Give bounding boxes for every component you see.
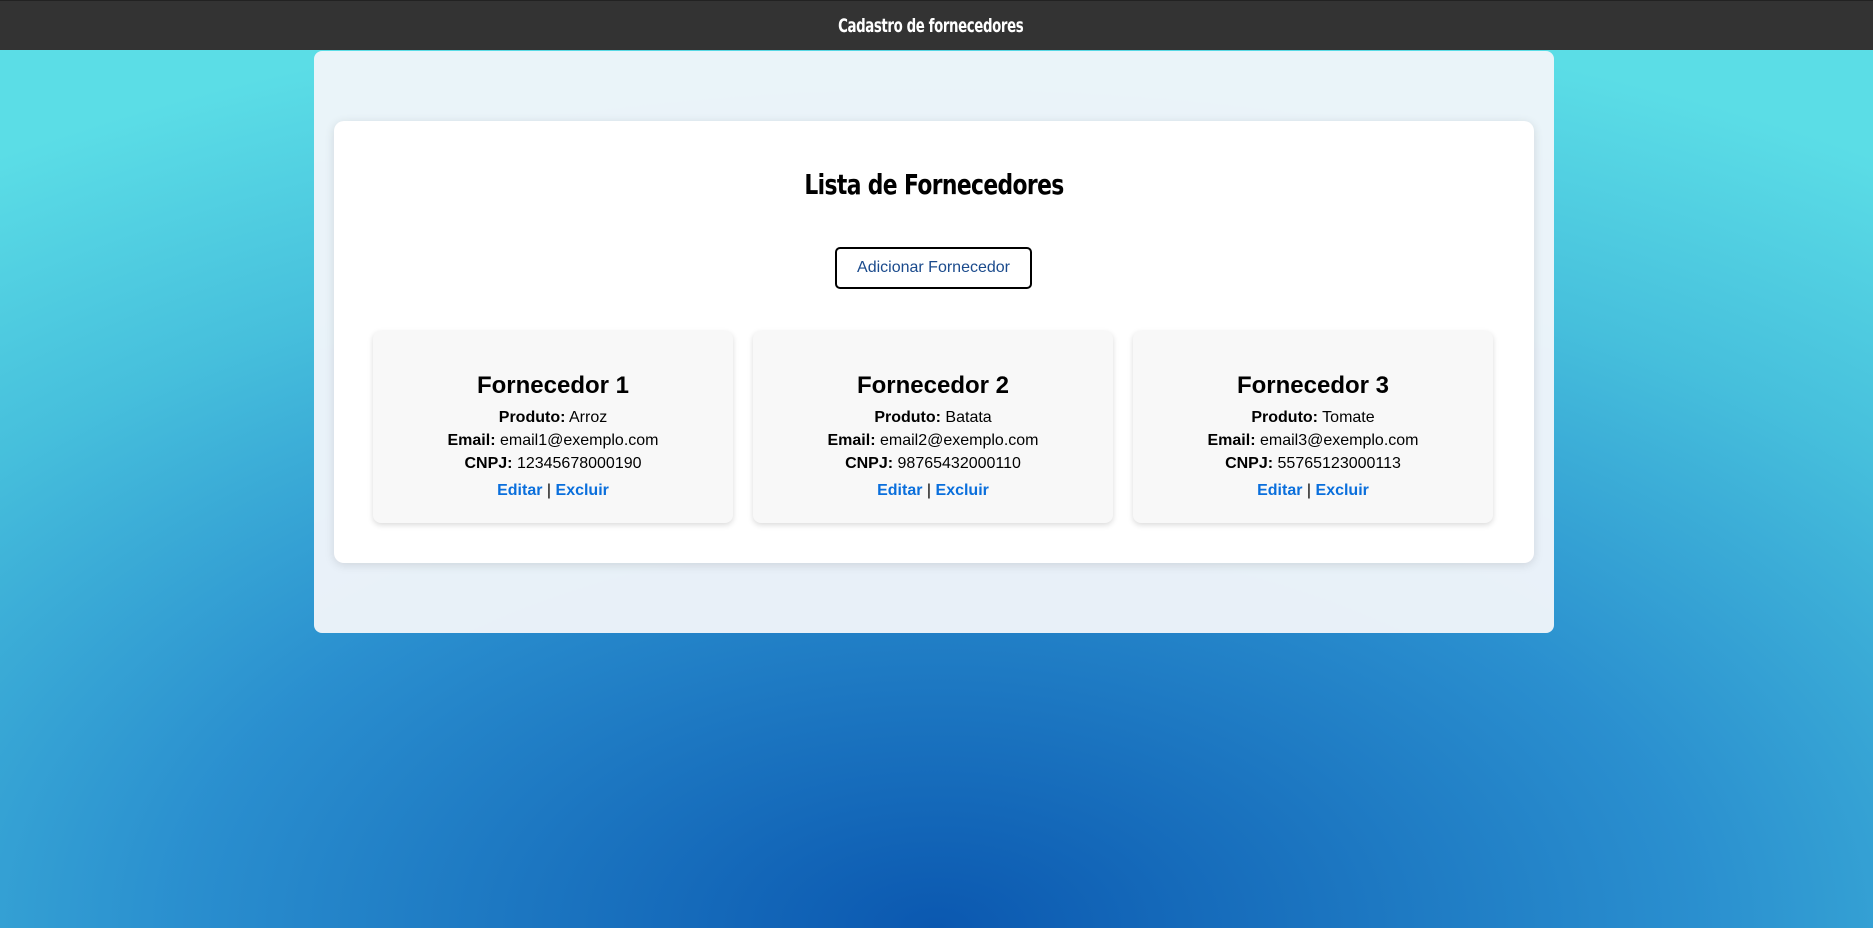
supplier-name: Fornecedor 3 [1236, 372, 1390, 399]
supplier-name: Fornecedor 2 [856, 372, 1010, 399]
edit-link[interactable]: Editar [877, 482, 922, 499]
supplier-cnpj: CNPJ: 55765123000113 [1133, 455, 1493, 473]
delete-link[interactable]: Excluir [936, 482, 989, 499]
product-value: Tomate [1322, 409, 1375, 426]
cnpj-label: CNPJ: [845, 455, 894, 472]
email-value: email1@exemplo.com [499, 432, 659, 449]
action-separator: | [926, 482, 932, 499]
supplier-actions: Editar | Excluir [1133, 482, 1493, 500]
supplier-actions: Editar | Excluir [753, 482, 1113, 500]
email-value: email2@exemplo.com [879, 432, 1039, 449]
email-label: Email: [1207, 432, 1256, 449]
supplier-card: Fornecedor 3 Produto: Tomate Email: emai… [1133, 331, 1493, 523]
supplier-email: Email: email2@exemplo.com [753, 432, 1113, 450]
edit-link[interactable]: Editar [1257, 482, 1302, 499]
product-value: Batata [945, 409, 992, 426]
product-label: Produto: [874, 409, 941, 426]
supplier-card: Fornecedor 1 Produto: Arroz Email: email… [373, 331, 733, 523]
email-label: Email: [827, 432, 876, 449]
action-separator: | [546, 482, 552, 499]
product-label: Produto: [1251, 409, 1319, 426]
supplier-email: Email: email1@exemplo.com [373, 432, 733, 450]
top-bar: Cadastro de fornecedores [0, 0, 1873, 50]
supplier-list-card: Lista de Fornecedores Adicionar Forneced… [334, 121, 1534, 563]
delete-link[interactable]: Excluir [556, 482, 609, 499]
supplier-card: Fornecedor 2 Produto: Batata Email: emai… [753, 331, 1113, 523]
app-title: Cadastro de fornecedores [837, 14, 1024, 37]
main-container: Lista de Fornecedores Adicionar Forneced… [314, 51, 1554, 633]
cnpj-label: CNPJ: [464, 455, 513, 472]
edit-link[interactable]: Editar [497, 482, 542, 499]
supplier-cnpj: CNPJ: 12345678000190 [373, 455, 733, 473]
email-value: email3@exemplo.com [1259, 432, 1419, 449]
supplier-actions: Editar | Excluir [373, 482, 733, 500]
cnpj-value: 55765123000113 [1277, 455, 1401, 472]
supplier-product: Produto: Batata [753, 409, 1113, 427]
cnpj-value: 12345678000190 [516, 455, 642, 472]
page-title: Lista de Fornecedores [804, 168, 1064, 201]
supplier-product: Produto: Arroz [373, 409, 733, 427]
cnpj-label: CNPJ: [1225, 455, 1274, 472]
supplier-email: Email: email3@exemplo.com [1133, 432, 1493, 450]
supplier-product: Produto: Tomate [1133, 409, 1493, 427]
delete-link[interactable]: Excluir [1316, 482, 1369, 499]
product-label: Produto: [498, 409, 566, 426]
supplier-name: Fornecedor 1 [476, 372, 630, 399]
email-label: Email: [447, 432, 496, 449]
supplier-cnpj: CNPJ: 98765432000110 [753, 455, 1113, 473]
product-value: Arroz [568, 409, 608, 426]
cnpj-value: 98765432000110 [897, 455, 1021, 472]
add-supplier-button[interactable]: Adicionar Fornecedor [835, 247, 1032, 289]
action-separator: | [1306, 482, 1312, 499]
